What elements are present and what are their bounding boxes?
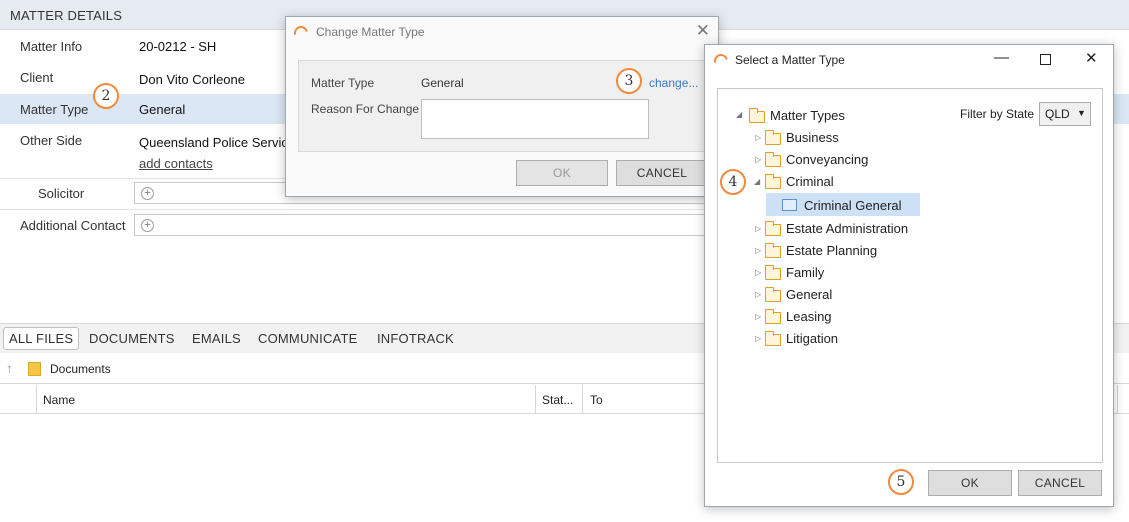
solicitor-label: Solicitor — [38, 186, 85, 201]
reason-input[interactable] — [421, 99, 649, 139]
tree-item-litigation[interactable]: Litigation — [786, 331, 838, 346]
tree-item-general[interactable]: General — [786, 287, 832, 302]
folder-icon — [765, 309, 781, 324]
client-value[interactable]: Don Vito Corleone — [139, 72, 245, 87]
minimize-icon[interactable]: — — [994, 49, 1009, 66]
app-logo-icon — [711, 51, 731, 71]
folder-icon — [765, 130, 781, 145]
cancel-button[interactable]: CANCEL — [1018, 470, 1102, 496]
folder-icon — [765, 221, 781, 236]
client-label: Client — [20, 70, 54, 85]
folder-icon — [765, 243, 781, 258]
other-side-value[interactable]: Queensland Police Service — [139, 135, 295, 150]
matter-info-label: Matter Info — [20, 39, 83, 54]
ok-button[interactable]: OK — [928, 470, 1012, 496]
divider — [0, 209, 720, 210]
app-logo-icon — [291, 23, 311, 43]
matter-info-value: 20-0212 - SH — [139, 39, 217, 54]
collapsed-arrow-icon[interactable]: ▷ — [755, 155, 761, 164]
expanded-arrow-icon[interactable]: ◢ — [736, 110, 742, 119]
matter-type-tree: Filter by State QLD ▼ ◢ Matter Types ▷ B… — [717, 88, 1103, 463]
matter-type-label: Matter Type — [311, 76, 375, 90]
collapsed-arrow-icon[interactable]: ▷ — [755, 334, 761, 343]
tab-infotrack[interactable]: INFOTRACK — [377, 331, 454, 346]
add-contacts-link[interactable]: add contacts — [139, 156, 213, 171]
tree-item-estate-planning[interactable]: Estate Planning — [786, 243, 877, 258]
tree-item-family[interactable]: Family — [786, 265, 824, 280]
column-to[interactable]: To — [590, 393, 603, 407]
tree-item-leasing[interactable]: Leasing — [786, 309, 832, 324]
filter-label: Filter by State — [960, 107, 1035, 121]
callout-5: 5 — [888, 469, 914, 495]
tab-communicate[interactable]: COMMUNICATE — [258, 331, 357, 346]
breadcrumb[interactable]: Documents — [50, 362, 111, 376]
column-status[interactable]: Stat... — [542, 393, 573, 407]
change-link[interactable]: change... — [649, 76, 698, 90]
tree-item-criminal-general[interactable]: Criminal General — [804, 198, 902, 213]
collapsed-arrow-icon[interactable]: ▷ — [755, 312, 761, 321]
expanded-arrow-icon[interactable]: ◢ — [754, 177, 760, 186]
maximize-icon[interactable] — [1040, 54, 1051, 65]
tab-all-files[interactable]: ALL FILES — [3, 327, 80, 350]
folder-icon — [28, 362, 41, 376]
callout-4: 4 — [720, 169, 746, 195]
folder-icon — [765, 265, 781, 280]
matter-type-label: Matter Type — [20, 102, 89, 117]
reason-label: Reason For Change — [311, 102, 420, 116]
folder-icon — [765, 152, 781, 167]
select-matter-type-dialog: Select a Matter Type — ✕ Filter by State… — [704, 44, 1114, 507]
collapsed-arrow-icon[interactable]: ▷ — [755, 246, 761, 255]
tree-item-estate-administration[interactable]: Estate Administration — [786, 221, 908, 236]
up-arrow-icon[interactable]: ↑ — [6, 360, 13, 376]
matter-type-icon — [782, 199, 797, 211]
callout-2: 2 — [93, 83, 119, 109]
add-icon[interactable]: + — [141, 219, 154, 232]
tree-item-business[interactable]: Business — [786, 130, 839, 145]
dialog-title: Change Matter Type — [316, 25, 425, 39]
folder-icon — [765, 287, 781, 302]
callout-3: 3 — [616, 68, 642, 94]
folder-icon — [765, 331, 781, 346]
tab-documents[interactable]: DOCUMENTS — [89, 331, 175, 346]
matter-type-value[interactable]: General — [139, 102, 185, 117]
collapsed-arrow-icon[interactable]: ▷ — [755, 268, 761, 277]
ok-button[interactable]: OK — [516, 160, 608, 186]
change-matter-type-dialog: Change Matter Type ✕ Matter Type General… — [285, 16, 719, 197]
collapsed-arrow-icon[interactable]: ▷ — [755, 133, 761, 142]
tab-emails[interactable]: EMAILS — [192, 331, 241, 346]
chevron-down-icon: ▼ — [1077, 108, 1086, 118]
change-form: Matter Type General change... Reason For… — [298, 60, 708, 152]
tree-root[interactable]: Matter Types — [770, 108, 845, 123]
add-icon[interactable]: + — [141, 187, 154, 200]
folder-icon — [749, 108, 765, 123]
matter-type-value: General — [421, 76, 464, 90]
close-icon[interactable]: ✕ — [1085, 49, 1098, 67]
other-side-label: Other Side — [20, 133, 83, 148]
additional-contact-input[interactable]: + — [134, 214, 714, 236]
dialog-title: Select a Matter Type — [735, 53, 845, 67]
column-name[interactable]: Name — [43, 393, 75, 407]
collapsed-arrow-icon[interactable]: ▷ — [755, 224, 761, 233]
tree-item-criminal[interactable]: Criminal — [786, 174, 834, 189]
additional-contact-label: Additional Contact — [20, 218, 126, 233]
collapsed-arrow-icon[interactable]: ▷ — [755, 290, 761, 299]
close-icon[interactable]: ✕ — [696, 21, 710, 41]
filter-select[interactable]: QLD ▼ — [1039, 102, 1091, 126]
cancel-button[interactable]: CANCEL — [616, 160, 708, 186]
tree-item-conveyancing[interactable]: Conveyancing — [786, 152, 868, 167]
page-title: MATTER DETAILS — [10, 8, 123, 23]
folder-icon — [765, 174, 781, 189]
